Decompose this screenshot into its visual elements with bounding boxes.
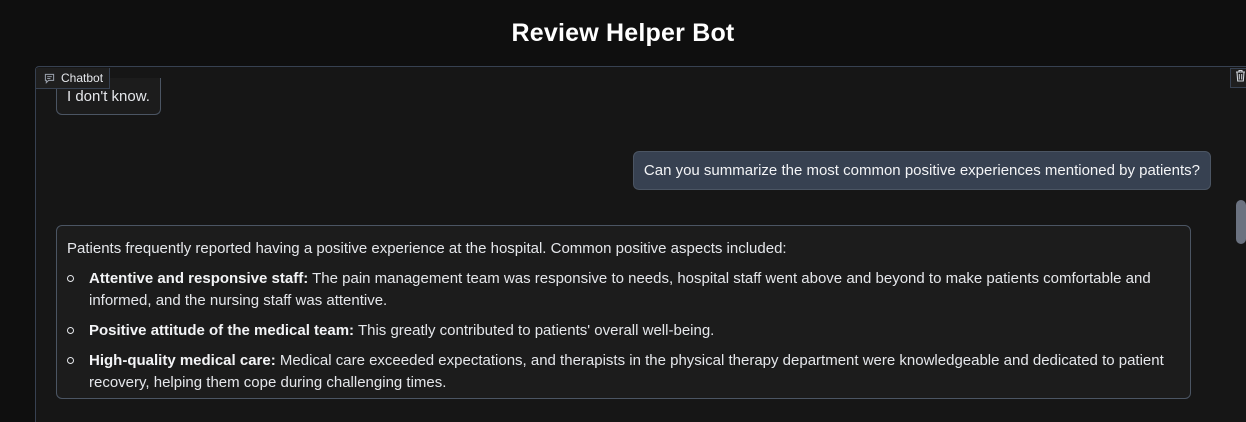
scrollbar-thumb[interactable] <box>1236 200 1246 244</box>
clear-chat-button[interactable] <box>1230 68 1246 88</box>
chat-bubble-icon <box>44 73 55 84</box>
chatbot-label: Chatbot <box>36 68 111 89</box>
trash-icon <box>1235 69 1246 87</box>
list-item-title: Attentive and responsive staff: <box>89 270 309 287</box>
list-item: Attentive and responsive staff: The pain… <box>67 268 1180 312</box>
list-item: High-quality medical care: Medical care … <box>67 350 1180 394</box>
user-message: Can you summarize the most common positi… <box>632 151 1211 190</box>
chatbot-label-text: Chatbot <box>61 71 104 85</box>
chat-scrollbar[interactable] <box>1231 90 1246 422</box>
list-item-title: Positive attitude of the medical team: <box>89 322 355 339</box>
bullet-icon <box>67 275 74 282</box>
list-item: Positive attitude of the medical team: T… <box>67 320 1180 342</box>
list-item-text: This greatly contributed to patients' ov… <box>354 322 715 339</box>
bullet-icon <box>67 327 74 334</box>
bot-message: Patients frequently reported having a po… <box>56 225 1191 399</box>
list-item-title: High-quality medical care: <box>89 352 276 369</box>
message-intro: Patients frequently reported having a po… <box>67 240 787 257</box>
bullet-icon <box>67 357 74 364</box>
page-title: Review Helper Bot <box>511 18 735 47</box>
message-list: Attentive and responsive staff: The pain… <box>67 268 1180 394</box>
